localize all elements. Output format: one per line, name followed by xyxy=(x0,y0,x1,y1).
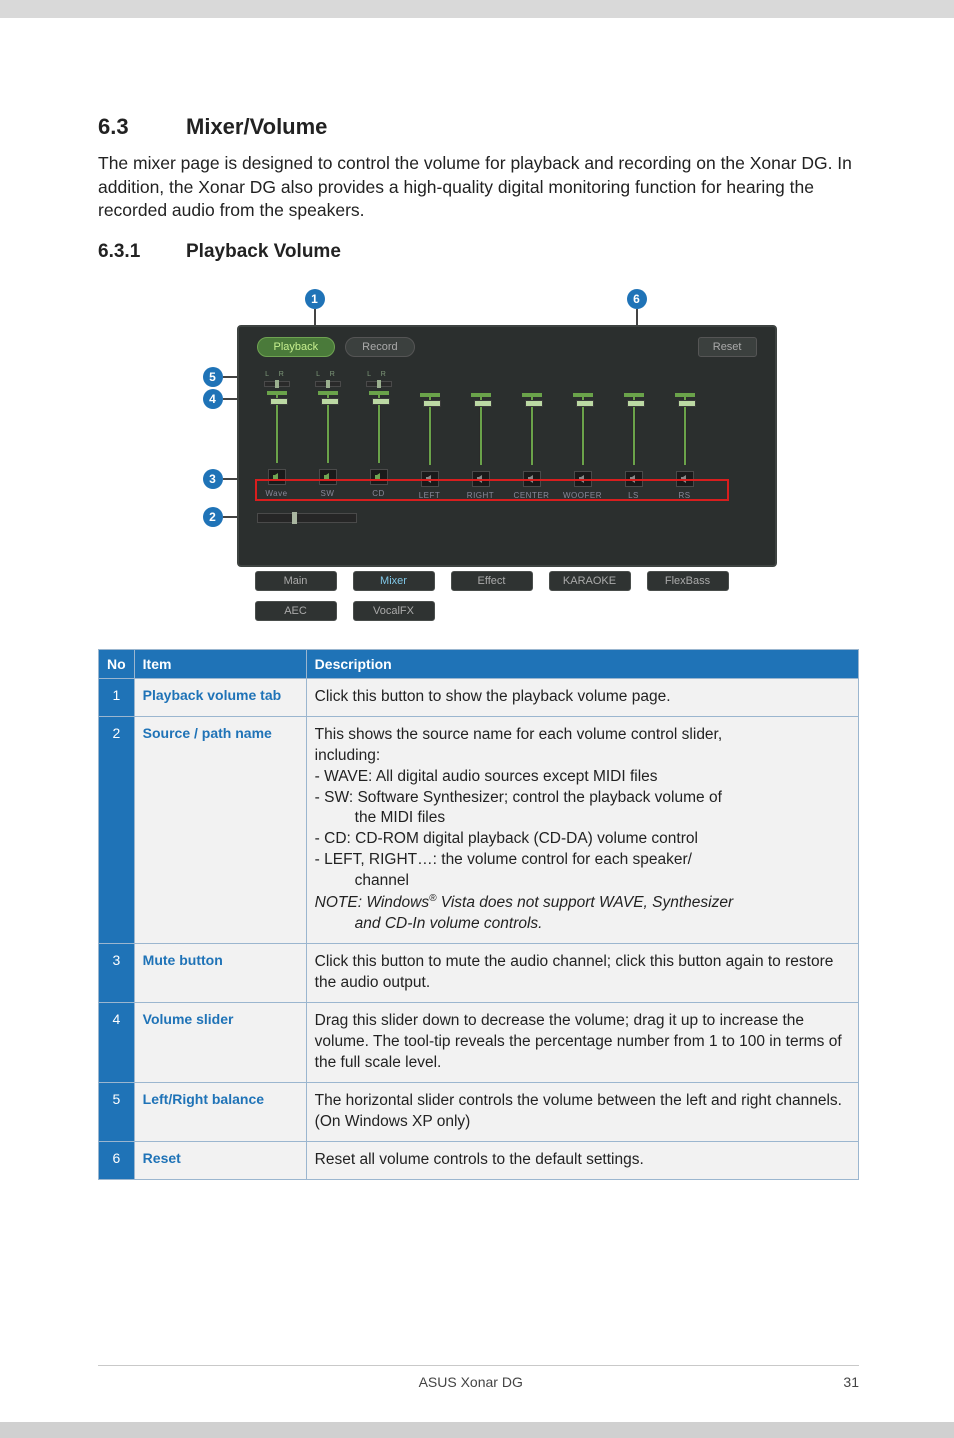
cell-no: 2 xyxy=(99,716,135,943)
callout-6: 6 xyxy=(627,289,647,309)
lr-balance-slider[interactable] xyxy=(315,381,341,387)
cell-item: Mute button xyxy=(134,944,306,1003)
master-slider[interactable] xyxy=(257,513,357,523)
playback-tab[interactable]: Playback xyxy=(257,337,336,357)
cell-desc: Click this button to show the playback v… xyxy=(306,678,858,716)
highlight-box xyxy=(255,479,729,501)
tab-effect[interactable]: Effect xyxy=(451,571,533,591)
desc-line: - SW: Software Synthesizer; control the … xyxy=(315,789,722,806)
tab-karaoke[interactable]: KARAOKE xyxy=(549,571,631,591)
reset-button[interactable]: Reset xyxy=(698,337,757,357)
callout-4: 4 xyxy=(203,389,223,409)
lr-balance-slider[interactable] xyxy=(366,381,392,387)
cell-no: 6 xyxy=(99,1141,135,1179)
subsection-number: 6.3.1 xyxy=(98,241,186,263)
desc-line: - CD: CD-ROM digital playback (CD-DA) vo… xyxy=(315,830,698,847)
volume-slider[interactable] xyxy=(581,397,585,465)
desc-line: including: xyxy=(315,747,381,764)
description-table: No Item Description 1 Playback volume ta… xyxy=(98,649,859,1180)
col-desc: Description xyxy=(306,649,858,678)
cell-item: Left/Right balance xyxy=(134,1082,306,1141)
cell-desc: Drag this slider down to decrease the vo… xyxy=(306,1003,858,1083)
volume-slider[interactable] xyxy=(530,397,534,465)
lr-label: L R xyxy=(367,371,390,378)
volume-slider[interactable] xyxy=(428,397,432,465)
record-tab[interactable]: Record xyxy=(345,337,414,357)
table-row: 4 Volume slider Drag this slider down to… xyxy=(99,1003,859,1083)
cell-item: Playback volume tab xyxy=(134,678,306,716)
volume-slider[interactable] xyxy=(479,397,483,465)
section-number: 6.3 xyxy=(98,114,186,140)
subsection-title: Playback Volume xyxy=(186,241,341,262)
volume-slider[interactable] xyxy=(275,395,279,463)
cell-no: 5 xyxy=(99,1082,135,1141)
callout-3: 3 xyxy=(203,469,223,489)
page-footer: ASUS Xonar DG 31 xyxy=(0,1365,954,1390)
section-heading: 6.3Mixer/Volume xyxy=(98,114,859,140)
table-row: 1 Playback volume tab Click this button … xyxy=(99,678,859,716)
mixer-figure: 1 6 5 4 3 2 Playback Record Reset L R xyxy=(159,289,799,619)
table-row: 5 Left/Right balance The horizontal slid… xyxy=(99,1082,859,1141)
volume-slider[interactable] xyxy=(683,397,687,465)
table-row: 3 Mute button Click this button to mute … xyxy=(99,944,859,1003)
callout-1: 1 xyxy=(305,289,325,309)
section-title: Mixer/Volume xyxy=(186,114,327,139)
tab-main[interactable]: Main xyxy=(255,571,337,591)
col-item: Item xyxy=(134,649,306,678)
desc-line: - WAVE: All digital audio sources except… xyxy=(315,768,658,785)
page-content: 6.3Mixer/Volume The mixer page is design… xyxy=(0,18,954,1180)
volume-slider[interactable] xyxy=(326,395,330,463)
note-rest: Vista does not support WAVE, Synthesizer xyxy=(436,894,733,911)
callout-5: 5 xyxy=(203,367,223,387)
volume-slider[interactable] xyxy=(632,397,636,465)
subsection-heading: 6.3.1Playback Volume xyxy=(98,241,859,263)
cell-item: Reset xyxy=(134,1141,306,1179)
footer-rule xyxy=(98,1365,859,1366)
tab-vocalfx[interactable]: VocalFX xyxy=(353,601,435,621)
cell-desc: This shows the source name for each volu… xyxy=(306,716,858,943)
callout-2: 2 xyxy=(203,507,223,527)
lr-balance-slider[interactable] xyxy=(264,381,290,387)
footer-page: 31 xyxy=(843,1374,859,1390)
cell-no: 1 xyxy=(99,678,135,716)
intro-paragraph: The mixer page is designed to control th… xyxy=(98,152,859,223)
table-row: 6 Reset Reset all volume controls to the… xyxy=(99,1141,859,1179)
mixer-top-tabs: Playback Record xyxy=(257,337,415,357)
tab-mixer[interactable]: Mixer xyxy=(353,571,435,591)
window-bottom-bar xyxy=(0,1422,954,1438)
lr-label: L R xyxy=(316,371,339,378)
cell-desc: Reset all volume controls to the default… xyxy=(306,1141,858,1179)
desc-line: the MIDI files xyxy=(315,808,445,829)
cell-desc: Click this button to mute the audio chan… xyxy=(306,944,858,1003)
window-top-bar xyxy=(0,0,954,18)
cell-item: Source / path name xyxy=(134,716,306,943)
table-row: 2 Source / path name This shows the sour… xyxy=(99,716,859,943)
tab-flexbass[interactable]: FlexBass xyxy=(647,571,729,591)
tab-aec[interactable]: AEC xyxy=(255,601,337,621)
note-prefix: NOTE: Windows xyxy=(315,894,429,911)
col-no: No xyxy=(99,649,135,678)
lr-label: L R xyxy=(265,371,288,378)
desc-line: channel xyxy=(315,871,409,892)
desc-line: - LEFT, RIGHT…: the volume control for e… xyxy=(315,851,692,868)
cell-no: 4 xyxy=(99,1003,135,1083)
cell-item: Volume slider xyxy=(134,1003,306,1083)
volume-slider[interactable] xyxy=(377,395,381,463)
note-line2: and CD-In volume controls. xyxy=(315,914,543,935)
bottom-tab-row: Main Mixer Effect KARAOKE FlexBass AEC V… xyxy=(255,571,755,621)
footer-product: ASUS Xonar DG xyxy=(419,1374,523,1390)
mixer-panel: Playback Record Reset L R Wave xyxy=(237,325,777,567)
cell-no: 3 xyxy=(99,944,135,1003)
desc-line: This shows the source name for each volu… xyxy=(315,726,723,743)
cell-desc: The horizontal slider controls the volum… xyxy=(306,1082,858,1141)
